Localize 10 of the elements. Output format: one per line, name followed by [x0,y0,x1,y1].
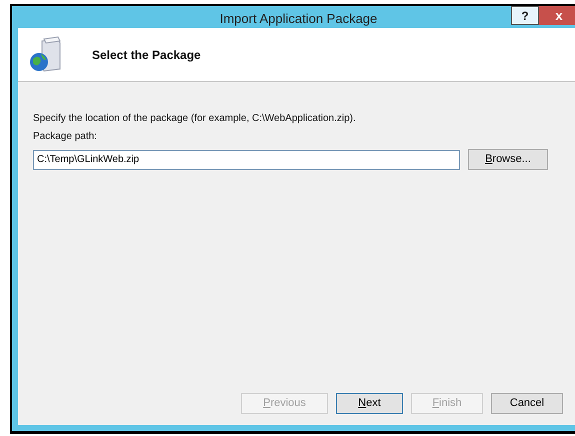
page-title: Select the Package [92,46,201,64]
button[interactable]: Cancel [491,393,563,414]
help-button[interactable]: ? [511,6,539,25]
close-button[interactable]: x [539,6,575,25]
button[interactable]: Next [336,393,403,414]
button[interactable]: Browse... [468,149,548,170]
field-label: Package path: [33,130,98,144]
window-title: Import Application Package [220,10,378,28]
package-path-field[interactable]: C:\Temp\GLinkWeb.zip [33,150,460,170]
instruction-text: Specify the location of the package (for example, C:\WebApplication.zip). [33,112,357,126]
